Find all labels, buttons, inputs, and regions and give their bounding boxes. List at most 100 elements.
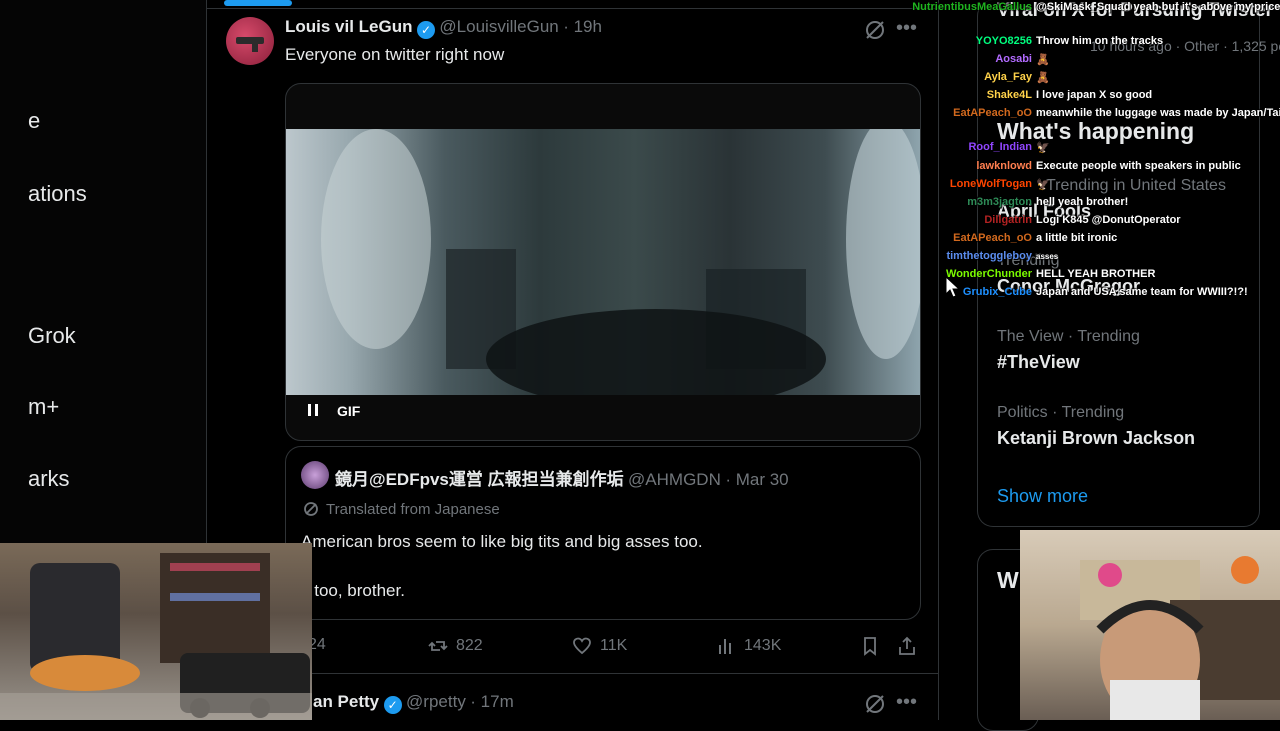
divider: [207, 673, 938, 674]
trend-name[interactable]: #TheView: [997, 352, 1080, 373]
second-card-heading: W: [997, 567, 1019, 593]
chat-username[interactable]: Dillgatrin: [912, 214, 1032, 226]
nav-item-home[interactable]: e: [28, 108, 40, 134]
repost-icon: [428, 641, 448, 651]
room-scene: [0, 553, 312, 720]
show-more-link[interactable]: Show more: [997, 486, 1088, 507]
tweet-header: Louis vil LeGun ✓ @LouisvilleGun · 19h: [285, 17, 602, 39]
nav-item-grok[interactable]: Grok: [28, 323, 76, 349]
chat-text: meanwhile the luggage was made by Japan/…: [1036, 107, 1280, 119]
tweet2-header: an Petty ✓ @rpetty · 17m: [313, 692, 514, 714]
chat-emote-icon: 🦅: [1036, 178, 1050, 191]
heart-icon: [573, 637, 591, 655]
repost-button[interactable]: 822: [428, 636, 483, 656]
chat-message: Ayla_Fay 🧸: [912, 68, 1050, 86]
mouse-cursor-icon: [945, 275, 961, 303]
chat-username[interactable]: Ayla_Fay: [912, 71, 1032, 83]
chat-username[interactable]: YOYO8256: [912, 35, 1032, 47]
stream-chat: NutrientibusMeaGallus @SkiMask_Squad yea…: [900, 0, 1280, 301]
chat-username[interactable]: lawknlowd: [912, 160, 1032, 172]
room-webcam: [0, 543, 312, 720]
translate-icon: [302, 500, 320, 518]
like-button[interactable]: 11K: [572, 636, 627, 656]
pause-icon[interactable]: [306, 402, 320, 418]
author-handle[interactable]: @rpetty: [406, 692, 466, 711]
chat-text: HELL YEAH BROTHER: [1036, 268, 1156, 280]
nav-label: m+: [28, 394, 60, 419]
chat-message: lawknlowd Execute people with speakers i…: [912, 157, 1241, 175]
views-button[interactable]: 143K: [716, 636, 781, 656]
chat-message: m3m3jagton hell yeah brother!: [912, 193, 1128, 211]
verified-badge-icon: ✓: [416, 21, 435, 39]
chat-message: LoneWolfTogan 🦅: [912, 175, 1050, 193]
quote-header: 鏡月@EDFpvs運営 広報担当兼創作垢 @AHMGDN · Mar 30: [335, 465, 789, 490]
chat-username[interactable]: Roof_Indian: [912, 141, 1032, 153]
streamer-scene: [1080, 556, 1280, 720]
quote-avatar[interactable]: [301, 461, 329, 489]
quote-author-handle[interactable]: @AHMGDN: [628, 470, 721, 489]
chat-username[interactable]: EatAPeach_oO: [912, 107, 1032, 119]
chat-text: Throw him on the tracks: [1036, 35, 1164, 47]
quote-time[interactable]: · Mar 30: [725, 470, 788, 489]
gif-scene: [321, 119, 920, 409]
tweet-time[interactable]: · 17m: [470, 692, 513, 711]
gif-frame: [286, 119, 920, 409]
nav-label: ations: [28, 181, 87, 206]
nav-label: Grok: [28, 323, 76, 348]
quote-text-line1: American bros seem to like big tits and …: [301, 532, 703, 551]
nav-item-premium[interactable]: m+: [28, 394, 59, 420]
grok-icon[interactable]: [864, 693, 886, 715]
chat-text: Execute people with speakers in public: [1036, 160, 1241, 172]
chat-text: Japan and USA same team for WWIII?!?!: [1036, 286, 1248, 298]
chat-message: Aosabi 🧸: [912, 50, 1049, 68]
author-name[interactable]: Louis vil LeGun: [285, 17, 413, 36]
share-button[interactable]: [897, 636, 917, 656]
tweet-text: Everyone on twitter right now: [285, 45, 505, 64]
chat-username[interactable]: NutrientibusMeaGallus: [912, 1, 1032, 13]
chat-username[interactable]: LoneWolfTogan: [912, 178, 1032, 190]
views-chart-icon: [719, 639, 731, 654]
nav-label: arks: [28, 466, 70, 491]
nav-label: e: [28, 108, 41, 133]
views-count: 143K: [744, 637, 782, 654]
chat-text: hell yeah brother!: [1036, 196, 1129, 208]
chat-message: Shake4L I love japan X so good: [912, 86, 1152, 104]
chat-text: a little bit ironic: [1036, 232, 1118, 244]
chat-message: YOYO8256 Throw him on the tracks: [912, 32, 1163, 50]
chat-username[interactable]: timthetoggleboy: [912, 250, 1032, 262]
nav-item-bookmarks[interactable]: arks: [28, 466, 70, 492]
chat-username[interactable]: Aosabi: [912, 53, 1032, 65]
avatar[interactable]: [226, 17, 274, 65]
trend-name[interactable]: Ketanji Brown Jackson: [997, 428, 1195, 449]
verified-badge-icon: ✓: [383, 696, 402, 714]
nav-item-notifications[interactable]: ations: [28, 181, 87, 207]
chat-username[interactable]: Shake4L: [912, 89, 1032, 101]
chat-emote-icon: 🦅: [1036, 141, 1050, 154]
chat-message: Roof_Indian 🦅: [912, 138, 1050, 156]
bookmark-button[interactable]: [860, 636, 880, 656]
chat-text: I love japan X so good: [1036, 89, 1153, 101]
chat-username[interactable]: EatAPeach_oO: [912, 232, 1032, 244]
quote-author-name[interactable]: 鏡月@EDFpvs運営 広報担当兼創作垢: [335, 470, 624, 489]
gif-media[interactable]: GIF: [285, 83, 921, 441]
loading-bar: [224, 0, 292, 6]
chat-username[interactable]: Grubix_Cube: [912, 286, 1032, 298]
author-handle[interactable]: @LouisvilleGun: [439, 17, 558, 36]
chat-message: Grubix_Cube Japan and USA same team for …: [912, 283, 1248, 301]
trend-meta: Politics · Trending: [997, 404, 1125, 421]
trend-meta: The View · Trending: [997, 328, 1140, 345]
author-name[interactable]: an Petty: [313, 692, 379, 711]
grok-icon[interactable]: [864, 19, 886, 41]
share-icon: [899, 636, 915, 655]
bookmark-icon: [864, 637, 876, 656]
gif-label: GIF: [337, 403, 361, 419]
more-options-icon[interactable]: •••: [896, 691, 917, 714]
chat-text: @SkiMask_Squad yeah but it's above my pr…: [1036, 1, 1280, 13]
translated-label[interactable]: Translated from Japanese: [326, 501, 500, 518]
gun-logo-icon: [236, 37, 264, 52]
chat-message: timthetoggleboy asses: [912, 247, 1058, 265]
chat-message: EatAPeach_oO a little bit ironic: [912, 229, 1117, 247]
tweet-time[interactable]: · 19h: [563, 17, 602, 36]
chat-username[interactable]: WonderChunder: [912, 268, 1032, 280]
chat-username[interactable]: m3m3jagton: [912, 196, 1032, 208]
